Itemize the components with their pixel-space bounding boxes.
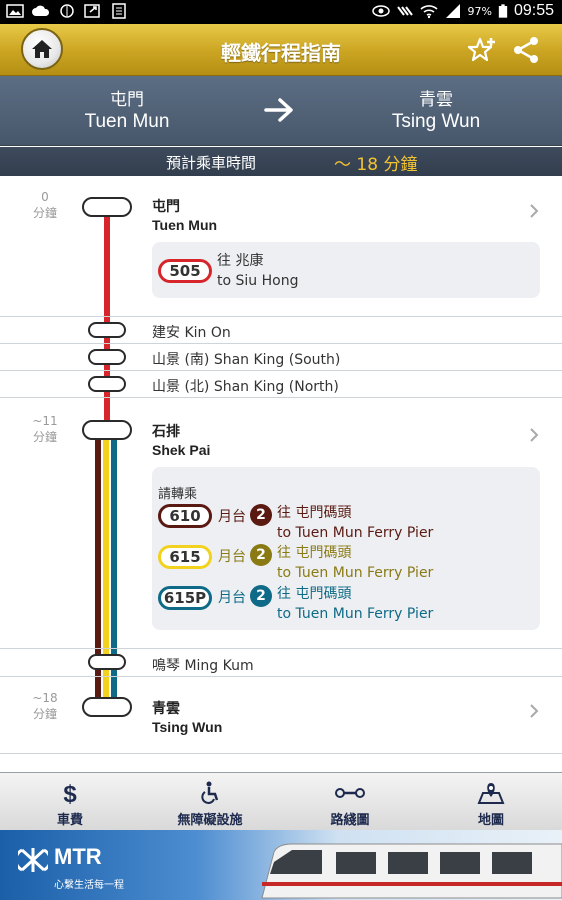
stop-shan-king-south: 山景 (南) Shan King (South) (152, 352, 341, 368)
svg-text:$: $ (63, 781, 77, 805)
divider (0, 370, 562, 371)
stop-marker (82, 697, 132, 717)
route-detail: 0 分鐘 屯門 Tuen Mun 505 往 兆康 to Siu Hong 建安… (0, 177, 562, 772)
feeder-bus-box: 505 往 兆康 to Siu Hong (152, 242, 540, 298)
cloud-icon (32, 5, 50, 16)
signal-icon (445, 4, 460, 18)
wifi-icon (419, 5, 438, 19)
route-badge-615P: 615P (158, 586, 212, 610)
nav-route-map[interactable]: 路綫圖 (280, 773, 420, 831)
storage-icon (112, 3, 126, 19)
add-favorite-star-icon[interactable] (467, 36, 497, 64)
app-header: 輕鐵行程指南 (0, 24, 562, 76)
trip-time-bar: 預計乘車時間 ～ 18 分鐘 (0, 147, 562, 176)
destination-name-en: Tsing Wun (391, 111, 481, 132)
transfer-destination: 往 屯門碼頭 to Tuen Mun Ferry Pier (277, 505, 434, 541)
battery-icon (498, 4, 508, 18)
transfer-box: 請轉乘 610 月台 2 往 屯門碼頭 to Tuen Mun Ferry Pi… (152, 467, 540, 630)
platform-label: 月台 (218, 549, 246, 565)
stop-minutes: ~11 分鐘 (32, 414, 58, 444)
platform-number: 2 (250, 585, 272, 607)
nav-route-map-label: 路綫圖 (330, 813, 370, 828)
stop-name-en: Tsing Wun (152, 719, 223, 735)
origin-stop: 屯門 Tuen Mun (27, 90, 227, 134)
stop-minutes: 0 分鐘 (32, 190, 57, 220)
nfc-icon (396, 6, 413, 16)
battery-percent: 97% (467, 4, 492, 18)
nav-map[interactable]: 地圖 (420, 773, 562, 831)
platform-number: 2 (250, 544, 272, 566)
transfer-label: 請轉乘 (158, 487, 198, 502)
divider (0, 676, 562, 677)
stop-name-zh: 青雲 (152, 701, 180, 717)
train-illustration (261, 843, 562, 899)
clock: 09:55 (513, 2, 554, 19)
transfer-destination: 往 屯門碼頭 to Tuen Mun Ferry Pier (277, 586, 434, 622)
map-pin-icon (477, 783, 505, 804)
mtr-logo-icon (18, 848, 48, 872)
trip-time-label: 預計乘車時間 (166, 154, 257, 172)
stop-name-en: Shek Pai (152, 442, 211, 458)
stop-marker (88, 654, 126, 670)
nav-accessibility[interactable]: 無障礙設施 (140, 773, 280, 831)
stop-marker (88, 322, 126, 338)
eye-icon (371, 5, 390, 17)
nav-fare[interactable]: $ 車費 (0, 773, 140, 831)
location-icon (60, 4, 74, 18)
chevron-right-icon (530, 204, 539, 218)
divider (0, 343, 562, 344)
nav-map-label: 地圖 (477, 813, 504, 828)
stop-name-zh: 石排 (152, 424, 180, 440)
status-bar: 97% 09:55 (0, 0, 562, 24)
platform-label: 月台 (218, 590, 246, 606)
dollar-icon: $ (63, 781, 77, 805)
wheelchair-icon (201, 781, 219, 804)
chevron-right-icon (530, 428, 539, 442)
mtr-banner[interactable]: MTR 心繫生活每一程 (0, 830, 562, 900)
bus-destination: 往 兆康 to Siu Hong (217, 253, 299, 289)
mtr-brand: MTR (54, 844, 102, 869)
divider (0, 316, 562, 317)
route-map-icon (335, 788, 365, 798)
destination-stop: 青雲 Tsing Wun (336, 90, 536, 134)
chevron-right-icon (530, 704, 539, 718)
destination-name-zh: 青雲 (419, 90, 453, 110)
arrow-right-icon (264, 98, 293, 122)
stop-shan-king-north: 山景 (北) Shan King (North) (152, 379, 339, 395)
origin-name-zh: 屯門 (110, 90, 144, 110)
platform-number: 2 (250, 504, 272, 526)
bottom-navigation: $ 車費 無障礙設施 路綫圖 地圖 (0, 772, 562, 830)
transfer-destination: 往 屯門碼頭 to Tuen Mun Ferry Pier (277, 545, 434, 581)
trip-time-value: ～ 18 分鐘 (334, 155, 418, 175)
stop-marker (82, 197, 132, 217)
stop-kin-on: 建安 Kin On (152, 325, 231, 341)
system-icons: 97% 09:55 (371, 2, 554, 20)
stop-minutes: ~18 分鐘 (32, 691, 58, 721)
stop-name-en: Tuen Mun (152, 217, 218, 233)
stop-marker (88, 349, 126, 365)
stop-name-zh: 屯門 (152, 199, 180, 215)
platform-label: 月台 (218, 509, 246, 525)
nav-fare-label: 車費 (56, 813, 83, 828)
origin-name-en: Tuen Mun (84, 111, 170, 132)
divider (0, 397, 562, 398)
notification-icons (6, 3, 128, 19)
image-icon (6, 4, 24, 18)
mtr-slogan: 心繫生活每一程 (54, 880, 124, 891)
divider (0, 753, 562, 754)
stop-ming-kum: 鳴琴 Ming Kum (152, 658, 254, 674)
stop-marker (88, 376, 126, 392)
route-badge-610: 610 (158, 504, 212, 528)
nav-accessibility-label: 無障礙設施 (177, 813, 243, 828)
share-icon[interactable] (512, 36, 542, 64)
export-icon (84, 4, 100, 18)
route-badge-615: 615 (158, 545, 212, 569)
divider (0, 648, 562, 649)
stop-marker (82, 420, 132, 440)
route-badge-505: 505 (158, 259, 212, 283)
route-summary: 屯門 Tuen Mun 青雲 Tsing Wun (0, 76, 562, 146)
